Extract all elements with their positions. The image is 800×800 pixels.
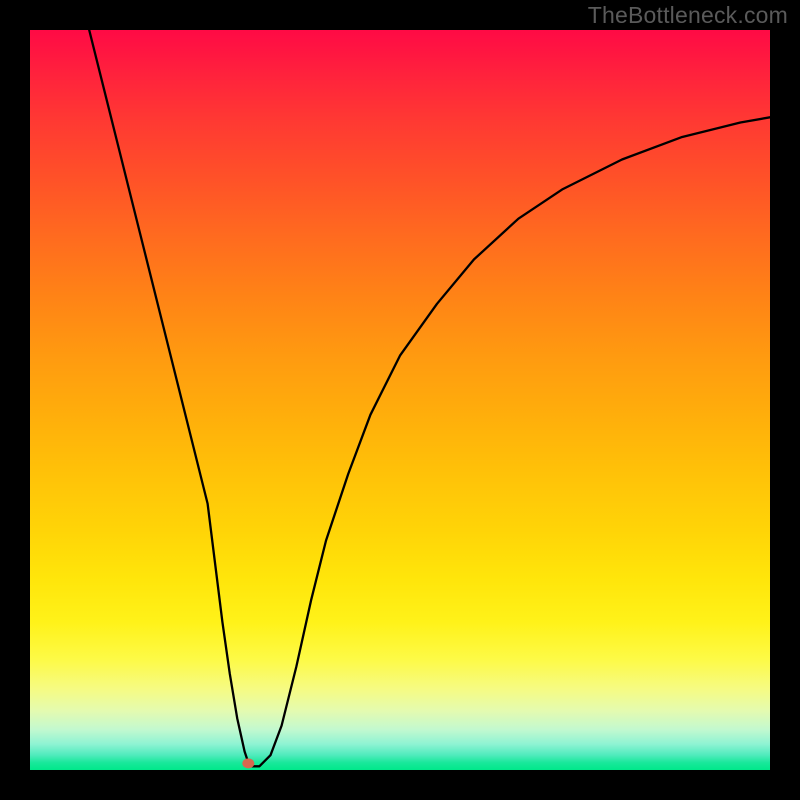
- plot-area: [30, 30, 770, 770]
- watermark-text: TheBottleneck.com: [588, 2, 788, 29]
- bottleneck-curve: [89, 30, 770, 766]
- minimum-marker: [242, 758, 254, 768]
- curve-svg: [30, 30, 770, 770]
- chart-frame: TheBottleneck.com: [0, 0, 800, 800]
